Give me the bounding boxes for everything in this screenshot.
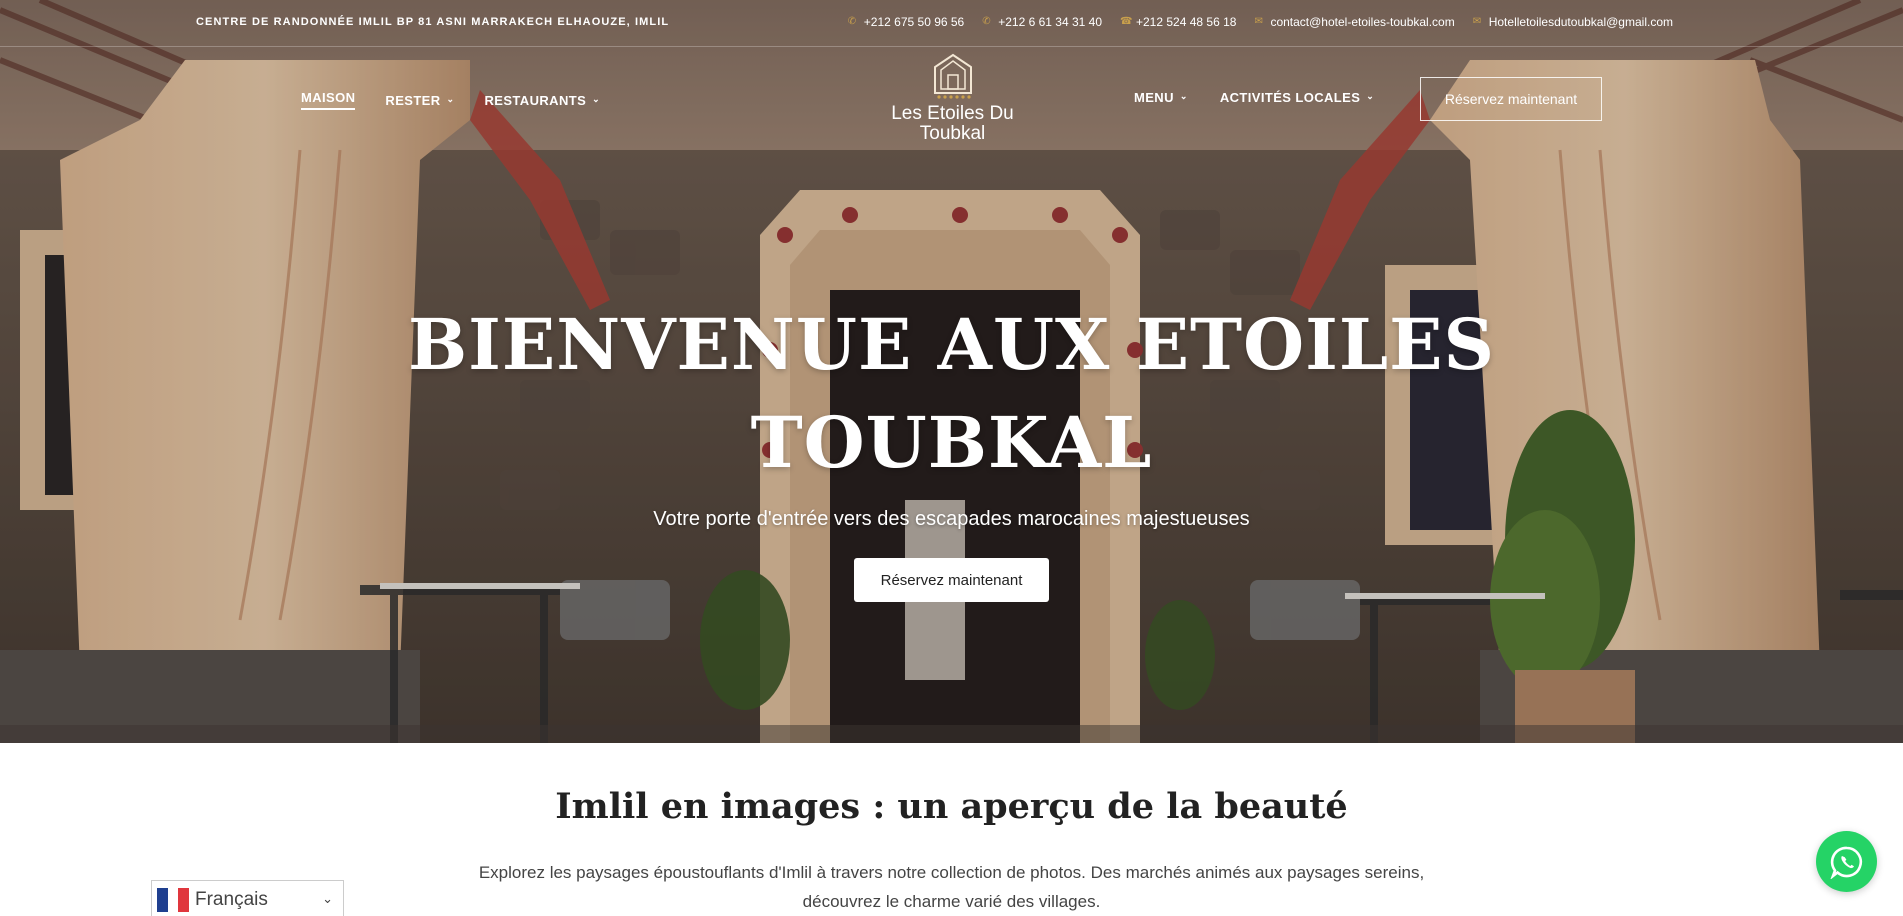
email-contact-1[interactable]: ✉ contact@hotel-etoiles-toubkal.com — [1254, 15, 1454, 29]
fax-icon: ☎ — [1120, 16, 1133, 27]
phone-icon: ✆ — [847, 16, 857, 27]
reserve-now-header-button[interactable]: Réservez maintenant — [1420, 77, 1602, 121]
nav-item-label: RESTER — [385, 92, 441, 108]
hero-title-line2: TOUBKAL — [750, 401, 1153, 484]
whatsapp-icon — [1830, 846, 1862, 879]
hero-subtitle: Votre porte d'entrée vers des escapades … — [653, 508, 1250, 530]
phone-icon: ✆ — [982, 16, 991, 27]
chevron-down-icon: ⌄ — [1366, 91, 1375, 101]
hero-title-line1: BIENVENUE AUX ETOILES — [408, 303, 1495, 386]
hero-title: BIENVENUE AUX ETOILES TOUBKAL — [0, 296, 1903, 492]
nav-item-maison[interactable]: MAISON — [301, 90, 356, 110]
chevron-down-icon: ⌄ — [592, 93, 601, 104]
gallery-section-title: Imlil en images : un aperçu de la beauté — [555, 786, 1348, 827]
reserve-now-hero-button[interactable]: Réservez maintenant — [854, 558, 1049, 602]
phone-number: +212 524 48 56 18 — [1136, 15, 1237, 29]
whatsapp-chat-button[interactable] — [1816, 831, 1877, 892]
language-selector[interactable]: Français ⌄ — [151, 880, 344, 916]
email-contact-2[interactable]: ✉ Hotelletoilesdutoubkal@gmail.com — [1473, 15, 1673, 29]
logo-text-line1: Les Etoiles Du — [891, 103, 1014, 124]
top-info-bar: CENTRE DE RANDONNÉE IMLIL BP 81 ASNI MAR… — [0, 0, 1903, 47]
nav-item-label: ACTIVITÉS LOCALES — [1219, 90, 1361, 105]
email-address: Hotelletoilesdutoubkal@gmail.com — [1488, 15, 1673, 29]
french-flag-icon — [157, 888, 190, 912]
site-logo[interactable]: Les Etoiles Du Toubkal — [880, 53, 1025, 144]
logo-emblem-icon — [933, 53, 972, 99]
gallery-section-description: Explorez les paysages époustouflants d'I… — [478, 863, 1425, 911]
phone-number: +212 675 50 96 56 — [863, 15, 965, 29]
main-navigation: MAISON RESTER ⌄ RESTAURANTS ⌄ Les Etoile… — [0, 48, 1903, 148]
chevron-down-icon: ⌄ — [446, 93, 455, 104]
nav-item-label: MAISON — [301, 90, 356, 105]
hero-section: CENTRE DE RANDONNÉE IMLIL BP 81 ASNI MAR… — [0, 0, 1903, 743]
nav-item-label: RESTAURANTS — [484, 92, 587, 108]
logo-text-line2: Toubkal — [919, 123, 986, 144]
language-label: Français — [195, 889, 268, 910]
chevron-down-icon: ⌄ — [322, 891, 333, 906]
contact-list: ✆ +212 675 50 96 56 ✆ +212 6 61 34 31 40… — [848, 15, 1673, 29]
phone-contact-1[interactable]: ✆ +212 675 50 96 56 — [848, 15, 964, 29]
chevron-down-icon: ⌄ — [1179, 91, 1188, 101]
nav-item-activites-locales[interactable]: ACTIVITÉS LOCALES ⌄ — [1220, 90, 1374, 105]
phone-contact-2[interactable]: ✆ +212 6 61 34 31 40 — [982, 15, 1102, 29]
phone-number: +212 6 61 34 31 40 — [998, 15, 1102, 29]
address-text: CENTRE DE RANDONNÉE IMLIL BP 81 ASNI MAR… — [196, 16, 670, 28]
phone-contact-3[interactable]: ☎ +212 524 48 56 18 — [1120, 15, 1236, 29]
nav-right-group: MENU ⌄ ACTIVITÉS LOCALES ⌄ — [1134, 90, 1374, 105]
nav-item-restaurants[interactable]: RESTAURANTS ⌄ — [485, 90, 601, 110]
nav-left-group: MAISON RESTER ⌄ RESTAURANTS ⌄ — [301, 90, 600, 110]
envelope-icon: ✉ — [1254, 16, 1263, 27]
email-address: contact@hotel-etoiles-toubkal.com — [1270, 15, 1455, 29]
nav-item-rester[interactable]: RESTER ⌄ — [385, 90, 454, 110]
nav-item-label: MENU — [1134, 90, 1174, 105]
envelope-icon: ✉ — [1472, 16, 1482, 27]
nav-item-menu[interactable]: MENU ⌄ — [1134, 90, 1188, 105]
